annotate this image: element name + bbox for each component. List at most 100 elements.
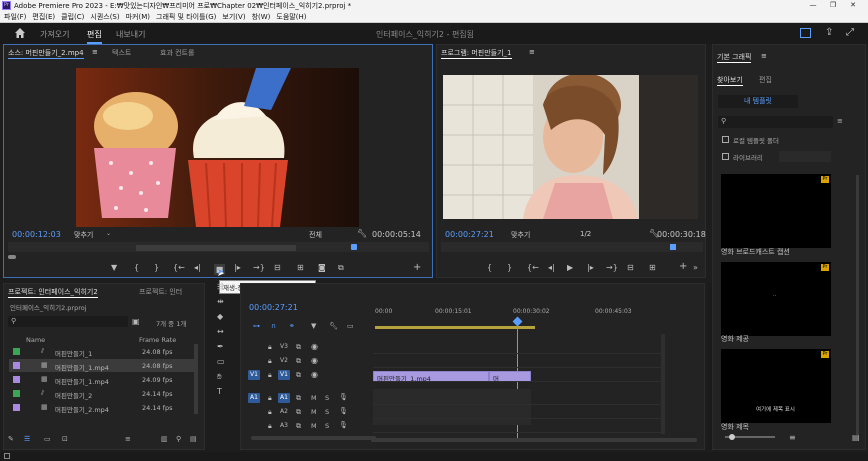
project-tab[interactable]: 프로젝트: 인터페이스_익히기2	[8, 287, 98, 298]
browse-tab[interactable]: 찾아보기	[717, 75, 743, 86]
maximize-button[interactable]: ❐	[823, 0, 843, 11]
program-time-ruler[interactable]	[441, 242, 703, 252]
comparison-view-icon[interactable]: ⧉	[338, 264, 344, 272]
project-item-row[interactable]: ⫽ 머핀만들기_1 24.08 fps	[9, 345, 197, 358]
column-framerate-header[interactable]: Frame Rate	[139, 336, 176, 344]
ripple-edit-tool-icon[interactable]: ⇹	[217, 298, 224, 306]
timeline-ruler[interactable]: 00:00 00:00:15:01 00:00:30:02 00:00:45:0…	[375, 304, 670, 334]
install-template-icon[interactable]: ▤	[852, 433, 860, 442]
step-back-icon[interactable]: ◂|	[194, 264, 201, 272]
hand-tool-icon[interactable]: ✋︎	[217, 373, 222, 381]
mute-button[interactable]: M	[311, 422, 317, 430]
insert-icon[interactable]: ⊟	[274, 264, 281, 272]
source-time-ruler[interactable]	[8, 242, 429, 252]
effect-controls-tab[interactable]: 효과 컨트롤	[160, 48, 194, 58]
slider-handle[interactable]	[729, 434, 735, 440]
lock-icon[interactable]: 🔒︎	[268, 343, 272, 352]
go-to-out-icon[interactable]: →}	[253, 264, 265, 272]
rectangle-tool-icon[interactable]: ▭	[217, 358, 225, 366]
timeline-timecode[interactable]: 00:00:27:21	[249, 303, 298, 312]
pencil-icon[interactable]: ✎	[8, 435, 14, 443]
thumbnail-size-slider[interactable]	[725, 434, 775, 440]
source-menu-icon[interactable]: ≡	[92, 48, 98, 56]
program-go-to-out-icon[interactable]: →}	[606, 264, 618, 272]
microphone-icon[interactable]: 🎙︎	[339, 393, 348, 401]
solo-button[interactable]: S	[325, 408, 329, 416]
add-button-icon[interactable]: +	[413, 263, 421, 273]
pen-tool-icon[interactable]: ✒	[217, 343, 224, 351]
project-item-row[interactable]: ▦ 머핀만들기_1.mp4 24.08 fps	[9, 359, 197, 372]
program-menu-icon[interactable]: ≡	[529, 48, 535, 56]
project-tab-2[interactable]: 프로젝트: 인터	[139, 287, 182, 297]
camera-icon[interactable]: ◙	[318, 264, 326, 272]
mute-button[interactable]: M	[311, 408, 317, 416]
sync-lock-icon[interactable]: ⧉	[296, 394, 301, 403]
sync-lock-icon[interactable]: ⧉	[296, 422, 301, 431]
microphone-icon[interactable]: 🎙︎	[339, 407, 348, 415]
program-playhead[interactable]	[670, 244, 676, 250]
template-search-input[interactable]: ⚲	[718, 116, 833, 128]
program-tab[interactable]: 프로그램: 머핀만들기_1	[441, 48, 512, 59]
menu-sequence[interactable]: 시퀀스(S)	[90, 12, 119, 22]
project-search-input[interactable]: ⚲	[8, 316, 128, 327]
track-target-a2[interactable]: A2	[278, 407, 290, 417]
source-playhead[interactable]	[351, 244, 357, 250]
timeline-v-scrollbar[interactable]	[661, 334, 665, 434]
lock-icon[interactable]: 🔒︎	[268, 394, 272, 403]
edit-tab[interactable]: 편집	[759, 75, 772, 85]
menu-marker[interactable]: 마커(M)	[126, 12, 150, 22]
project-item-row[interactable]: ▦ 머핀만들기_2.mp4 24.14 fps	[9, 401, 197, 414]
list-view-icon[interactable]: ☰	[24, 435, 30, 443]
track-target-a3[interactable]: A3	[278, 421, 290, 431]
add-marker-icon[interactable]: ▼	[311, 322, 316, 330]
marker-icon[interactable]: ▼	[111, 264, 117, 272]
library-checkbox[interactable]	[722, 153, 729, 160]
type-tool-icon[interactable]: T	[217, 388, 222, 396]
source-timecode[interactable]: 00:00:12:03	[12, 230, 61, 239]
find-icon[interactable]: ⚲	[176, 435, 181, 443]
menu-edit[interactable]: 편집(E)	[32, 12, 55, 22]
timeline-zoom-scroll[interactable]	[371, 438, 697, 442]
play-icon[interactable]: ▶	[567, 264, 573, 272]
go-to-in-icon[interactable]: {←	[173, 264, 185, 272]
captions-icon[interactable]: ▭	[347, 322, 354, 330]
project-item-row[interactable]: ▦ 머핀만들기_1.mp4 24.09 fps	[9, 373, 197, 386]
menu-help[interactable]: 도움말(H)	[276, 12, 306, 22]
solo-button[interactable]: S	[325, 422, 329, 430]
label-color-swatch[interactable]	[13, 404, 20, 411]
work-area-bar[interactable]	[375, 326, 535, 329]
wrench-icon[interactable]: 🔧︎	[357, 229, 367, 238]
lock-icon[interactable]: 🔒︎	[268, 422, 272, 431]
template-thumbnail[interactable]: Pr	[721, 174, 831, 248]
quick-export-icon[interactable]	[800, 28, 811, 38]
program-resolution-dropdown[interactable]: 1/2	[580, 230, 591, 238]
label-color-swatch[interactable]	[13, 348, 20, 355]
fullscreen-icon[interactable]: ⤢	[846, 27, 854, 38]
track-select-tool-icon[interactable]: ⇶	[217, 283, 224, 291]
lock-icon[interactable]: 🔒︎	[268, 357, 272, 366]
audio-track-area[interactable]	[373, 389, 531, 425]
program-go-to-in-icon[interactable]: {←	[527, 264, 539, 272]
solo-button[interactable]: S	[325, 394, 329, 402]
new-item-icon[interactable]: ▤	[190, 435, 197, 443]
library-dropdown[interactable]	[779, 151, 831, 162]
eye-icon[interactable]: ◉	[311, 356, 318, 365]
source-patch-a1[interactable]: A1	[248, 393, 260, 403]
scroll-handle[interactable]	[8, 255, 16, 259]
template-thumbnail[interactable]: Pr 여기에 제목 표시	[721, 349, 831, 423]
menu-view[interactable]: 보기(V)	[222, 12, 245, 22]
close-button[interactable]: ✕	[843, 0, 863, 11]
template-thumbnail[interactable]: Pr..	[721, 262, 831, 336]
home-icon[interactable]	[14, 27, 26, 39]
essential-menu-icon[interactable]: ≡	[761, 52, 767, 60]
program-fit-dropdown[interactable]: 맞추기	[511, 230, 530, 240]
program-step-back-icon[interactable]: ◂|	[548, 264, 555, 272]
new-bin-icon[interactable]: ▣	[132, 317, 140, 326]
text-tab[interactable]: 텍스트	[112, 48, 131, 58]
essential-graphics-tab[interactable]: 기본 그래픽	[717, 52, 752, 63]
share-icon[interactable]: ⇪	[825, 27, 833, 38]
lock-icon[interactable]: 🔒︎	[268, 408, 272, 417]
sort-icon[interactable]: ≡	[125, 435, 131, 443]
source-resolution-dropdown[interactable]: 전체	[309, 230, 322, 240]
local-template-checkbox[interactable]	[722, 136, 729, 143]
